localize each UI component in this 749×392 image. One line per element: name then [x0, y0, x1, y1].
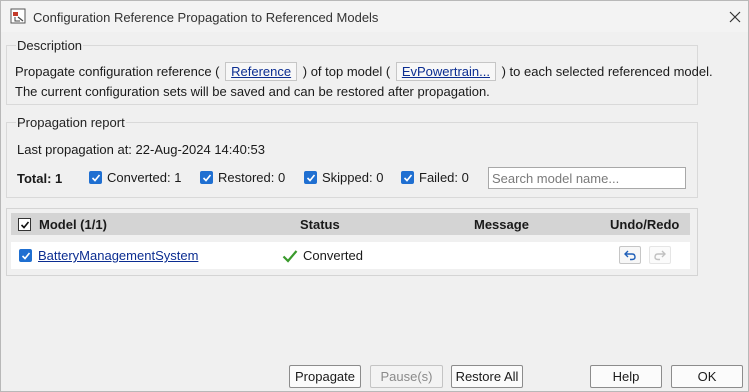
description-line1-suffix: ) to each selected referenced model.	[501, 64, 713, 79]
restore-all-button[interactable]: Restore All	[451, 365, 523, 388]
last-propagation-label: Last propagation at:	[17, 142, 132, 157]
checkbox-icon[interactable]	[200, 171, 213, 184]
help-button[interactable]: Help	[590, 365, 662, 388]
description-heading: Description	[16, 38, 84, 53]
filter-failed[interactable]: Failed: 0	[401, 170, 469, 185]
window-title: Configuration Reference Propagation to R…	[33, 10, 379, 25]
description-line-1: Propagate configuration reference ( Refe…	[15, 62, 713, 81]
last-propagation-time: 22-Aug-2024 14:40:53	[135, 142, 265, 157]
checkbox-icon[interactable]	[401, 171, 414, 184]
ok-button[interactable]: OK	[671, 365, 743, 388]
column-undo-redo[interactable]: Undo/Redo	[610, 217, 679, 232]
dialog-window: Configuration Reference Propagation to R…	[0, 0, 749, 392]
reference-link[interactable]: Reference	[225, 62, 298, 81]
status-text: Converted	[303, 248, 363, 263]
app-icon	[10, 8, 26, 24]
filter-skipped[interactable]: Skipped: 0	[304, 170, 383, 185]
description-line1-mid: ) of top model (	[302, 64, 391, 79]
filter-restored[interactable]: Restored: 0	[200, 170, 285, 185]
description-line-2: The current configuration sets will be s…	[15, 84, 490, 99]
top-model-link[interactable]: EvPowertrain...	[395, 62, 496, 81]
title-bar: Configuration Reference Propagation to R…	[1, 1, 748, 32]
last-propagation: Last propagation at: 22-Aug-2024 14:40:5…	[17, 142, 265, 157]
pause-button[interactable]: Pause(s)	[370, 365, 443, 388]
checkmark-icon	[282, 249, 298, 263]
column-status[interactable]: Status	[300, 217, 340, 232]
row-checkbox[interactable]	[19, 249, 32, 262]
table-header	[11, 213, 690, 235]
filter-skipped-label: Skipped: 0	[322, 170, 384, 185]
close-icon[interactable]	[725, 7, 745, 27]
undo-icon[interactable]	[619, 246, 641, 264]
column-message[interactable]: Message	[474, 217, 529, 232]
select-all-checkbox[interactable]	[18, 218, 31, 231]
column-model[interactable]: Model (1/1)	[39, 217, 107, 232]
checkbox-icon[interactable]	[304, 171, 317, 184]
description-line1-prefix: Propagate configuration reference (	[15, 64, 220, 79]
status-cell: Converted	[282, 248, 363, 263]
filter-converted-label: Converted: 1	[107, 170, 182, 185]
propagate-button[interactable]: Propagate	[289, 365, 361, 388]
model-link[interactable]: BatteryManagementSystem	[38, 248, 198, 263]
total-count: Total: 1	[17, 171, 63, 186]
filter-restored-label: Restored: 0	[218, 170, 286, 185]
filter-failed-label: Failed: 0	[419, 170, 469, 185]
checkbox-icon[interactable]	[89, 171, 102, 184]
report-heading: Propagation report	[16, 115, 126, 130]
redo-icon[interactable]	[649, 246, 671, 264]
search-input[interactable]	[488, 167, 686, 189]
filter-converted[interactable]: Converted: 1	[89, 170, 181, 185]
